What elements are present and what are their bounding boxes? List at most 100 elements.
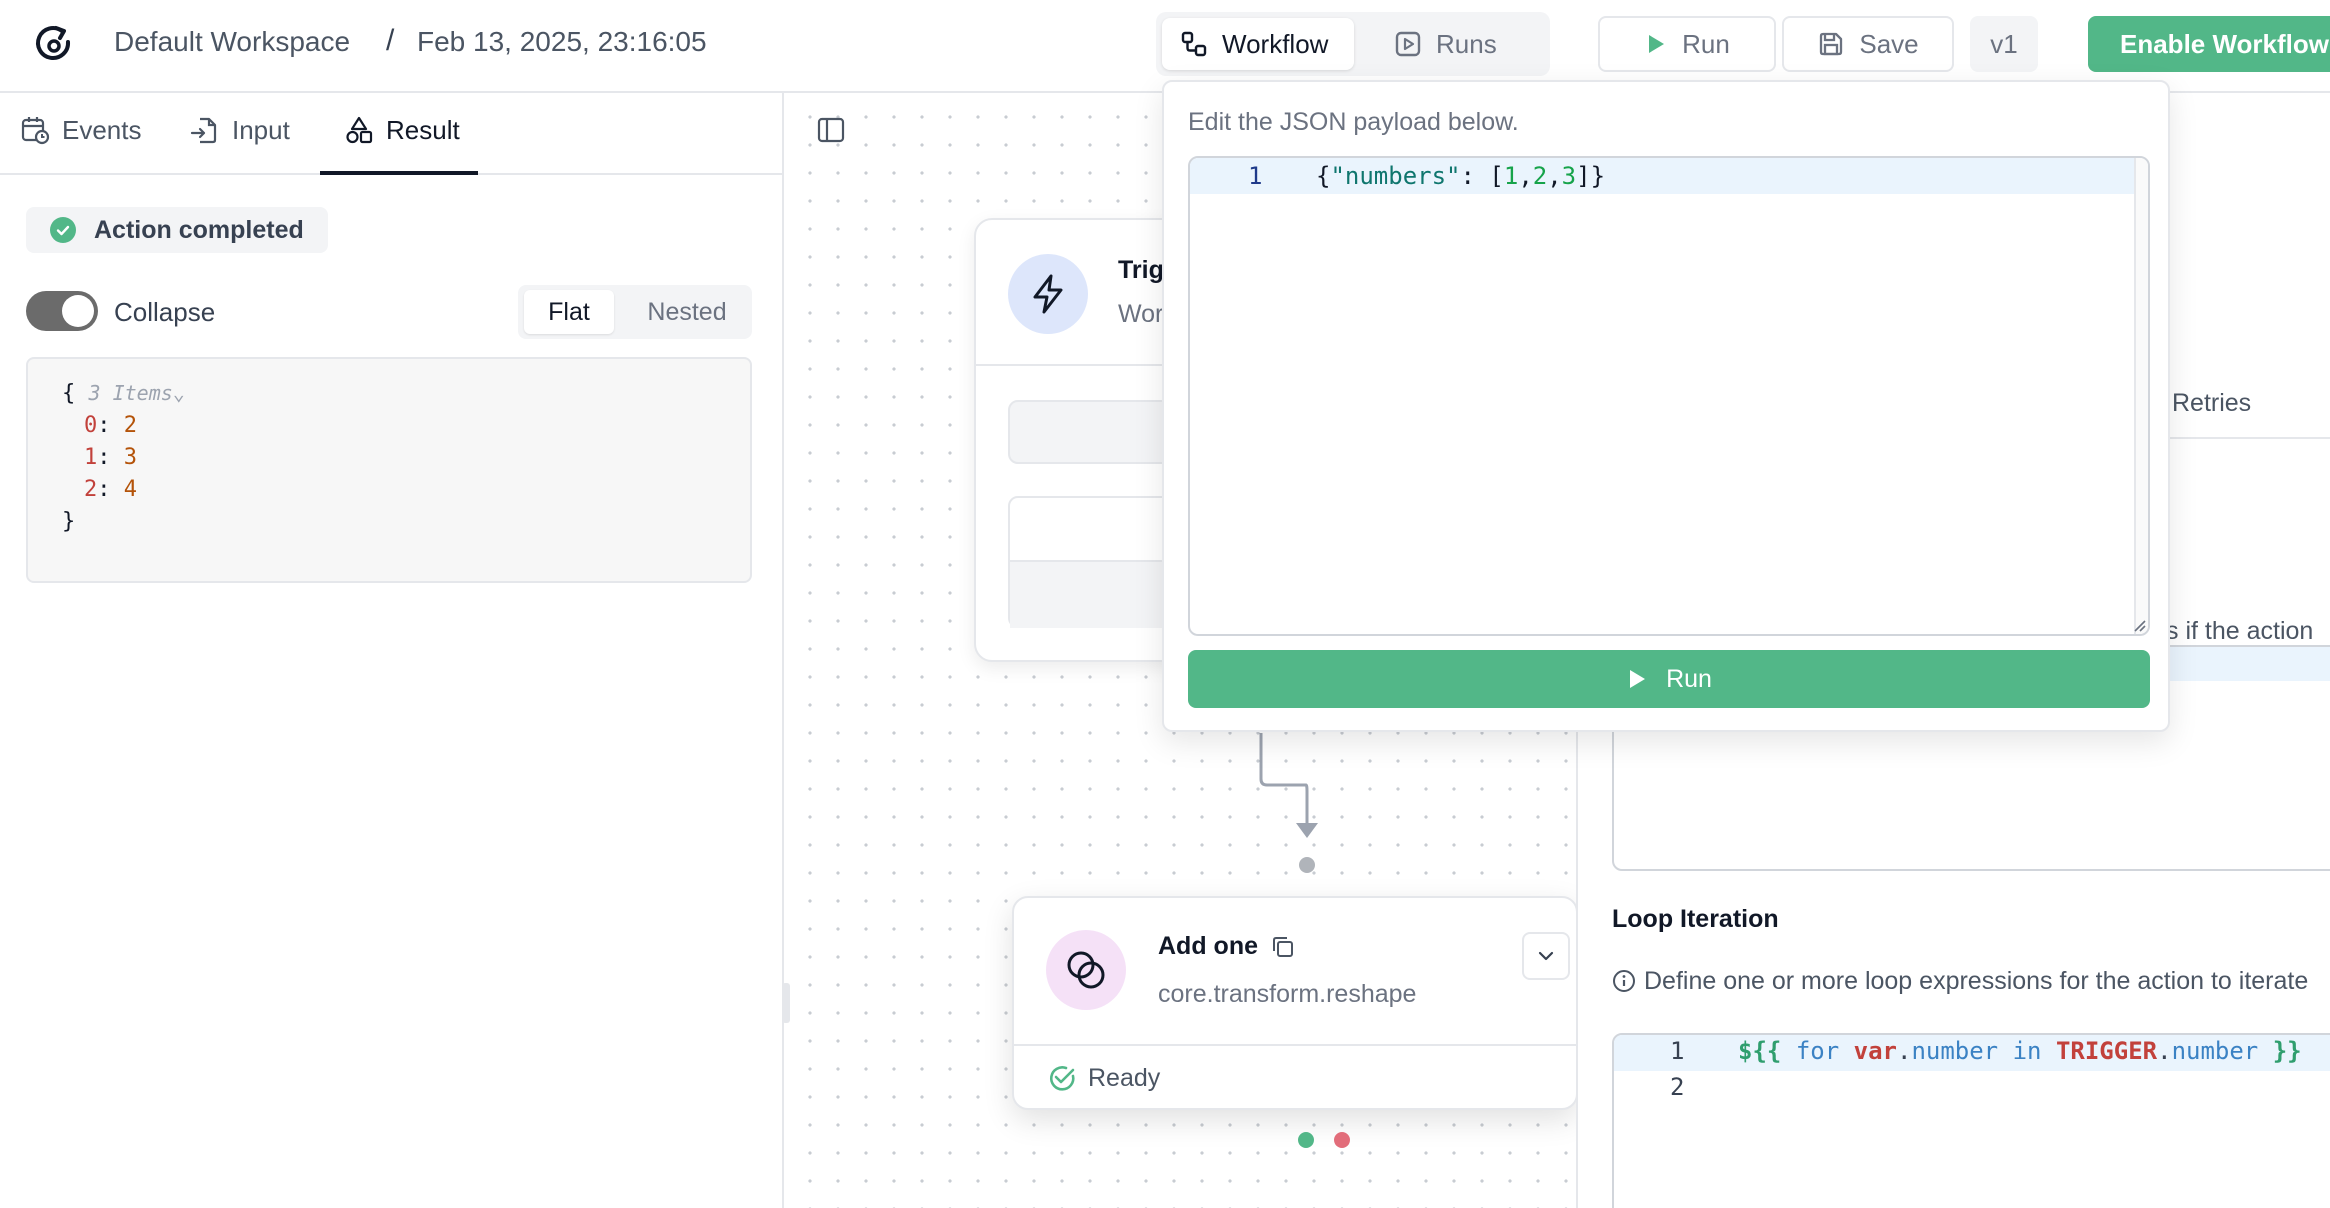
dot-token: . [2157, 1037, 2172, 1065]
punct-token: : [ [1460, 162, 1504, 190]
action-node-status: Ready [1088, 1064, 1161, 1092]
json-value: 2 [123, 413, 137, 438]
nested-button[interactable]: Nested [628, 290, 746, 334]
run-button[interactable]: Run [1598, 16, 1776, 72]
json-key: 1 [84, 445, 98, 470]
file-input-icon [190, 115, 220, 145]
action-node[interactable]: Add one core.transform.reshape Ready [1012, 896, 1578, 1110]
enable-workflow-label: Enable Workflow [2120, 28, 2329, 59]
flat-button[interactable]: Flat [524, 290, 614, 334]
toggle-knob [62, 295, 94, 327]
resize-handle-icon[interactable] [2132, 618, 2146, 632]
partial-description: s if the action [2166, 617, 2314, 645]
save-button[interactable]: Save [1782, 16, 1954, 72]
version-badge[interactable]: v1 [1970, 16, 2038, 72]
json-key: 0 [84, 413, 98, 438]
payload-run-button[interactable]: Run [1188, 650, 2150, 708]
json-payload-editor[interactable]: 1 {"numbers": [1,2,3]} [1188, 156, 2150, 636]
number-token: 1 [1503, 162, 1519, 190]
play-square-icon [1394, 30, 1422, 58]
lightning-icon [1008, 254, 1088, 334]
action-node-subtitle: core.transform.reshape [1158, 980, 1417, 1008]
brace-token: ]} [1576, 162, 1606, 190]
loop-expression-editor[interactable]: 1 2 ${{ for var.number in TRIGGER.number… [1612, 1033, 2330, 1208]
tab-runs-label: Runs [1436, 28, 1497, 59]
tab-input[interactable]: Input [190, 115, 290, 175]
panel-tabs: Events Input Result [0, 93, 784, 175]
play-icon [1644, 32, 1668, 56]
breadcrumb-timestamp[interactable]: Feb 13, 2025, 23:16:05 [417, 26, 707, 58]
app-logo-icon[interactable] [32, 22, 76, 66]
prop-token: number [2171, 1037, 2259, 1065]
json-close-brace: } [62, 509, 76, 534]
overlap-circles-icon [1046, 930, 1126, 1010]
expand-node-button[interactable] [1522, 932, 1570, 980]
template-open: ${{ [1738, 1037, 1782, 1065]
tabs-underline [2148, 437, 2330, 439]
success-handle[interactable] [1298, 1132, 1314, 1148]
run-button-label: Run [1682, 28, 1730, 59]
error-handle[interactable] [1334, 1132, 1350, 1148]
breadcrumb-separator: / [386, 24, 395, 57]
trigger-node-subtitle: Wor [1118, 300, 1164, 328]
tab-workflow[interactable]: Workflow [1162, 18, 1354, 70]
chevron-down-icon [1538, 951, 1554, 961]
save-icon [1817, 30, 1845, 58]
json-open-brace: { [62, 381, 76, 406]
info-icon [1612, 969, 1636, 993]
workflow-icon [1180, 30, 1208, 58]
number-token: 2 [1532, 162, 1548, 190]
run-payload-popover: Edit the JSON payload below. 1 {"numbers… [1162, 80, 2170, 732]
line-number: 1 [1248, 162, 1263, 190]
keyword-in: in [2012, 1037, 2042, 1065]
payload-description: Edit the JSON payload below. [1188, 108, 1519, 136]
key-token: "numbers" [1330, 162, 1461, 190]
template-close: }} [2272, 1037, 2302, 1065]
loop-description: Define one or more loop expressions for … [1644, 967, 2309, 995]
play-icon [1626, 668, 1648, 690]
run-details-panel: Events Input Result Action completed Col… [0, 93, 784, 1208]
shapes-icon [344, 115, 374, 145]
keyword-for: for [1795, 1037, 1840, 1065]
loop-expression-code: ${{ for var.number in TRIGGER.number }} [1738, 1037, 2302, 1065]
json-row: 2: 4 [84, 477, 137, 502]
result-json-viewer: { 3 Items⌄ 0: 2 1: 3 2: 4 } [26, 357, 752, 583]
view-mode-switch: Flat Nested [518, 285, 752, 339]
editor-scrollbar[interactable] [2134, 158, 2148, 634]
line-number: 1 [1670, 1037, 1685, 1065]
copy-icon[interactable] [1270, 934, 1296, 960]
trigger-token: TRIGGER [2055, 1037, 2158, 1065]
trigger-node-title: Trig [1118, 256, 1164, 284]
brace-token: { [1316, 162, 1331, 190]
collapse-toggle[interactable] [26, 291, 98, 331]
var-token: var [1853, 1037, 1897, 1065]
tab-runs[interactable]: Runs [1376, 18, 1544, 70]
breadcrumb-workspace[interactable]: Default Workspace [114, 26, 350, 58]
loop-iteration-title: Loop Iteration [1612, 905, 1779, 933]
check-circle-icon [1046, 1062, 1078, 1094]
status-badge-label: Action completed [94, 215, 304, 244]
calendar-clock-icon [20, 115, 50, 145]
save-button-label: Save [1859, 28, 1919, 59]
chevron-down-icon[interactable]: ⌄ [173, 381, 185, 405]
view-switcher: Workflow Runs [1156, 12, 1550, 76]
tab-events[interactable]: Events [20, 115, 142, 175]
json-items-count[interactable]: 3 Items [89, 381, 173, 405]
json-key: 2 [84, 477, 98, 502]
version-label: v1 [1990, 28, 2018, 59]
line-number: 2 [1670, 1073, 1685, 1101]
enable-workflow-button[interactable]: Enable Workflow [2088, 16, 2330, 72]
number-token: 3 [1561, 162, 1577, 190]
json-row: 1: 3 [84, 445, 137, 470]
payload-code: {"numbers": [1,2,3]} [1316, 162, 1605, 190]
json-row: 0: 2 [84, 413, 137, 438]
tab-input-label: Input [232, 115, 290, 145]
check-circle-icon [50, 217, 76, 243]
tab-workflow-label: Workflow [1222, 28, 1329, 59]
json-value: 3 [123, 445, 137, 470]
punct-token: , [1518, 162, 1533, 190]
left-edge-handle[interactable] [782, 983, 790, 1023]
tab-result[interactable]: Result [320, 115, 478, 175]
tab-retries[interactable]: Retries [2172, 389, 2251, 418]
status-badge: Action completed [26, 207, 328, 253]
